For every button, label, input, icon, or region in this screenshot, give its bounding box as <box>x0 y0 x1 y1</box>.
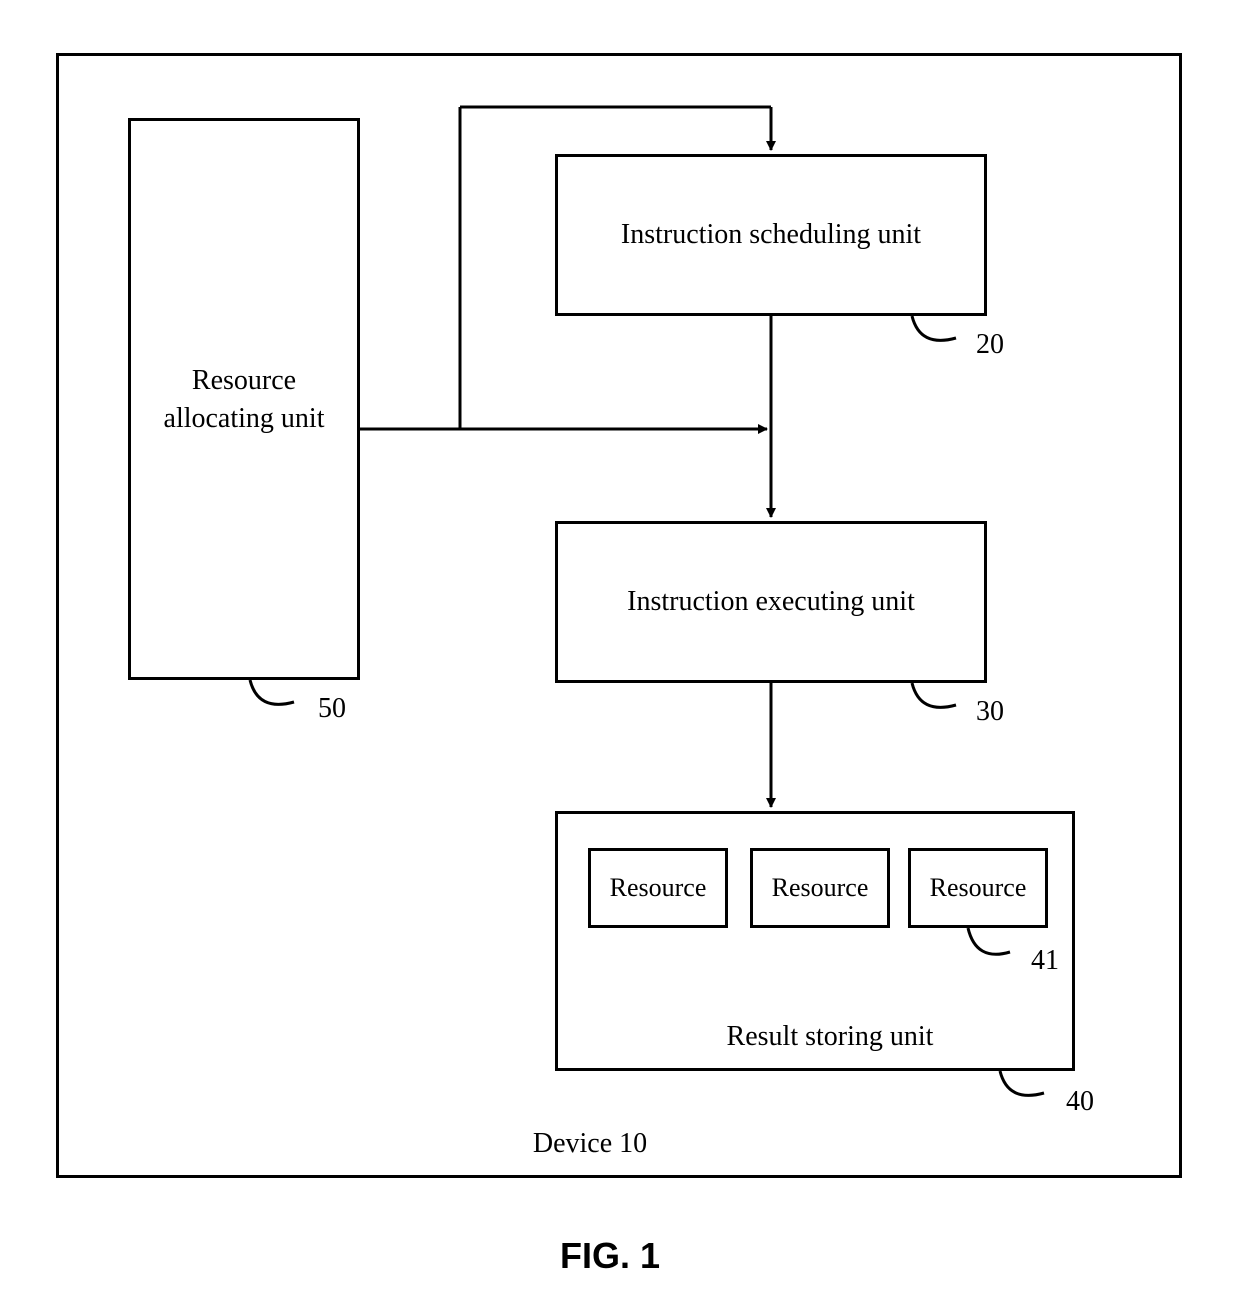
result-storing-ref: 40 <box>1050 1083 1110 1121</box>
resource-allocating-label: Resource allocating unit <box>128 360 360 440</box>
resource-ref: 41 <box>1015 942 1075 980</box>
instruction-executing-ref: 30 <box>960 693 1020 731</box>
figure-label: FIG. 1 <box>560 1235 660 1277</box>
device-label: Device 10 <box>460 1125 720 1163</box>
resource-allocating-ref: 50 <box>302 690 362 728</box>
instruction-scheduling-label: Instruction scheduling unit <box>555 154 987 316</box>
instruction-executing-label: Instruction executing unit <box>555 521 987 683</box>
instruction-scheduling-ref: 20 <box>960 326 1020 364</box>
result-storing-label: Result storing unit <box>700 1018 960 1056</box>
resource-box-1: Resource <box>588 848 728 928</box>
resource-box-3: Resource <box>908 848 1048 928</box>
resource-box-2: Resource <box>750 848 890 928</box>
